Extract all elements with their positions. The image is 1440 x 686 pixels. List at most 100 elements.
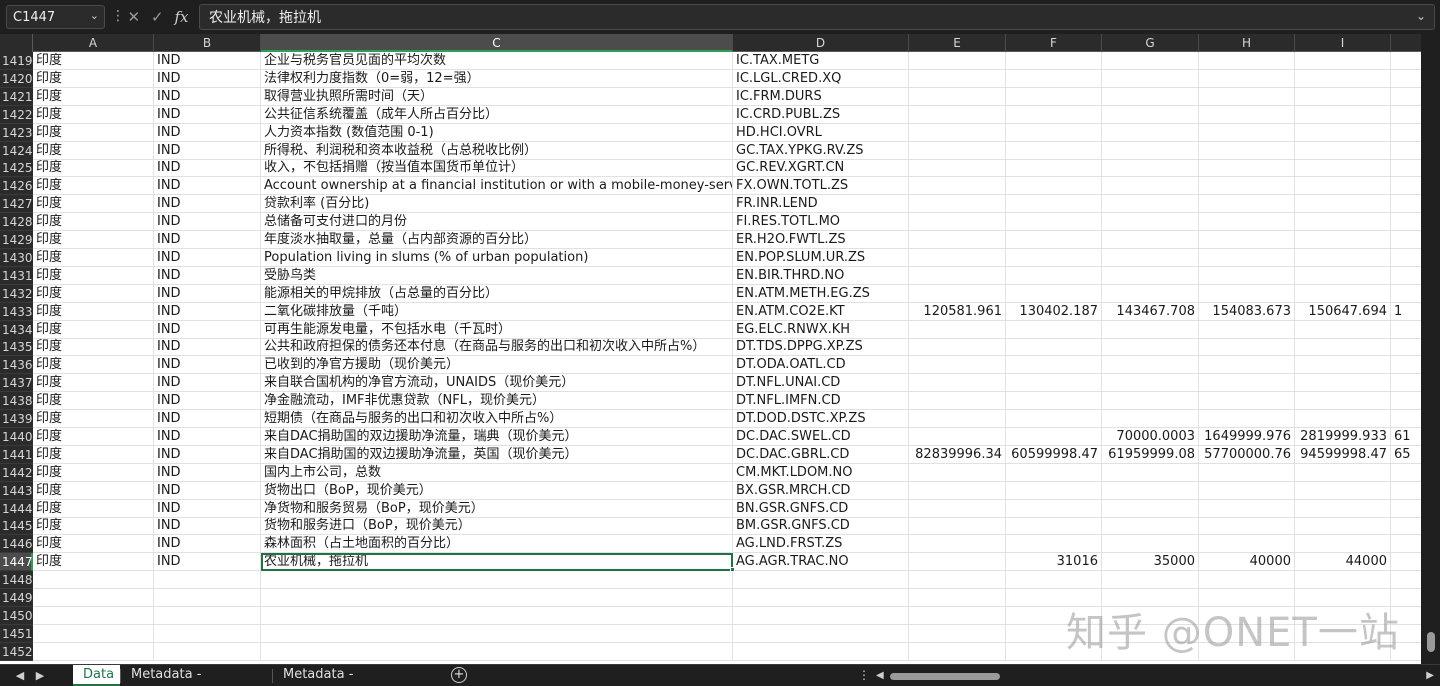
cell-a[interactable]: 印度 [33, 195, 154, 214]
cell-c[interactable]: 收入，不包括捐赠（按当值本国货币单位计） [261, 159, 733, 178]
row-header[interactable]: 1431 [0, 266, 33, 285]
cell-c[interactable]: 来自DAC捐助国的双边援助净流量，英国（现价美元） [261, 445, 733, 464]
cell-h[interactable] [1199, 320, 1295, 339]
column-header-f[interactable]: F [1006, 34, 1102, 52]
cell-f[interactable] [1006, 427, 1102, 446]
cell-j[interactable] [1391, 106, 1421, 124]
cell-h[interactable] [1199, 159, 1295, 178]
cell-f[interactable]: 31016 [1006, 553, 1102, 572]
cell-j[interactable] [1391, 52, 1421, 70]
cell-d[interactable]: DT.DOD.DSTC.XP.ZS [733, 410, 909, 428]
cell-j[interactable] [1391, 321, 1421, 339]
cell-c[interactable]: 来自DAC捐助国的双边援助净流量，瑞典（现价美元） [261, 427, 733, 446]
cell-g[interactable] [1102, 374, 1199, 393]
cell-f[interactable] [1006, 463, 1102, 482]
cell-e[interactable] [909, 195, 1006, 214]
cell-h[interactable] [1199, 231, 1295, 249]
cell-i[interactable] [1295, 463, 1391, 482]
cell-d[interactable] [733, 606, 909, 625]
cell-a[interactable] [33, 589, 154, 607]
column-header-h[interactable]: H [1199, 34, 1295, 52]
cell-e[interactable] [909, 123, 1006, 142]
cell-c[interactable]: 企业与税务官员见面的平均次数 [261, 52, 733, 70]
cell-j[interactable] [1391, 177, 1421, 196]
column-header-e[interactable]: E [909, 34, 1006, 52]
row-header[interactable]: 1422 [0, 105, 33, 124]
cell-e[interactable] [909, 87, 1006, 106]
cell-h[interactable] [1199, 284, 1295, 303]
cell-d[interactable]: DT.NFL.UNAI.CD [733, 374, 909, 393]
cell-e[interactable]: 82839996.34 [909, 445, 1006, 464]
cell-g[interactable] [1102, 463, 1199, 482]
cell-a[interactable]: 印度 [33, 427, 154, 446]
cell-j[interactable]: 1 [1391, 303, 1421, 321]
cell-c[interactable]: 总储备可支付进口的月份 [261, 213, 733, 232]
cell-j[interactable]: 61 [1391, 428, 1421, 446]
cell-f[interactable] [1006, 123, 1102, 142]
cell-d[interactable]: GC.TAX.YPKG.RV.ZS [733, 141, 909, 160]
cell-h[interactable] [1199, 463, 1295, 482]
cell-g[interactable] [1102, 517, 1199, 536]
cell-h[interactable]: 154083.673 [1199, 302, 1295, 321]
cell-c[interactable]: 年度淡水抽取量，总量（占内部资源的百分比） [261, 231, 733, 249]
cell-e[interactable] [909, 105, 1006, 124]
cell-d[interactable]: CM.MKT.LDOM.NO [733, 463, 909, 482]
cell-d[interactable]: FX.OWN.TOTL.ZS [733, 177, 909, 196]
cell-f[interactable] [1006, 69, 1102, 88]
cell-b[interactable]: IND [154, 445, 261, 464]
cell-g[interactable] [1102, 177, 1199, 196]
horizontal-scrollbar[interactable]: ◀ ▶ [872, 668, 1434, 684]
cell-g[interactable] [1102, 231, 1199, 249]
row-header[interactable]: 1420 [0, 69, 33, 88]
cell-b[interactable]: IND [154, 87, 261, 106]
cell-c[interactable]: 法律权利力度指数（0=弱，12=强） [261, 69, 733, 88]
cell-j[interactable] [1391, 195, 1421, 214]
cell-i[interactable]: 150647.694 [1295, 302, 1391, 321]
cell-b[interactable]: IND [154, 141, 261, 160]
cell-j[interactable] [1391, 213, 1421, 232]
cell-c[interactable] [261, 589, 733, 607]
cell-b[interactable]: IND [154, 410, 261, 428]
cell-g[interactable] [1102, 320, 1199, 339]
cell-h[interactable] [1199, 123, 1295, 142]
cell-b[interactable]: IND [154, 284, 261, 303]
cell-g[interactable] [1102, 123, 1199, 142]
cell-g[interactable] [1102, 392, 1199, 411]
cell-h[interactable]: 40000 [1199, 553, 1295, 572]
cell-j[interactable] [1391, 124, 1421, 142]
cell-i[interactable] [1295, 284, 1391, 303]
select-all-button[interactable] [0, 34, 33, 52]
cell-i[interactable] [1295, 69, 1391, 88]
cell-b[interactable]: IND [154, 213, 261, 232]
row-header[interactable]: 1429 [0, 231, 33, 249]
cell-a[interactable]: 印度 [33, 463, 154, 482]
more-options-icon[interactable]: ⋮ [858, 668, 870, 682]
cell-g[interactable] [1102, 159, 1199, 178]
cell-e[interactable] [909, 231, 1006, 249]
cell-c[interactable] [261, 624, 733, 643]
cell-a[interactable]: 印度 [33, 87, 154, 106]
cell-e[interactable] [909, 141, 1006, 160]
cell-e[interactable] [909, 410, 1006, 428]
cell-b[interactable]: IND [154, 105, 261, 124]
cell-f[interactable] [1006, 481, 1102, 500]
cell-i[interactable] [1295, 195, 1391, 214]
cell-i[interactable] [1295, 123, 1391, 142]
cell-b[interactable]: IND [154, 52, 261, 70]
cell-i[interactable]: 44000 [1295, 553, 1391, 572]
cell-b[interactable]: IND [154, 231, 261, 249]
row-header[interactable]: 1436 [0, 356, 33, 375]
cell-c[interactable]: 净金融流动，IMF非优惠贷款（NFL，现价美元） [261, 392, 733, 411]
cell-a[interactable]: 印度 [33, 481, 154, 500]
cell-i[interactable] [1295, 571, 1391, 590]
cell-f[interactable] [1006, 266, 1102, 285]
cell-g[interactable] [1102, 141, 1199, 160]
cell-h[interactable] [1199, 177, 1295, 196]
cell-g[interactable] [1102, 356, 1199, 375]
cell-i[interactable]: 94599998.47 [1295, 445, 1391, 464]
cell-e[interactable] [909, 52, 1006, 70]
cell-c[interactable]: 国内上市公司，总数 [261, 463, 733, 482]
cell-b[interactable] [154, 571, 261, 590]
cell-f[interactable] [1006, 105, 1102, 124]
cell-d[interactable]: EN.POP.SLUM.UR.ZS [733, 248, 909, 267]
